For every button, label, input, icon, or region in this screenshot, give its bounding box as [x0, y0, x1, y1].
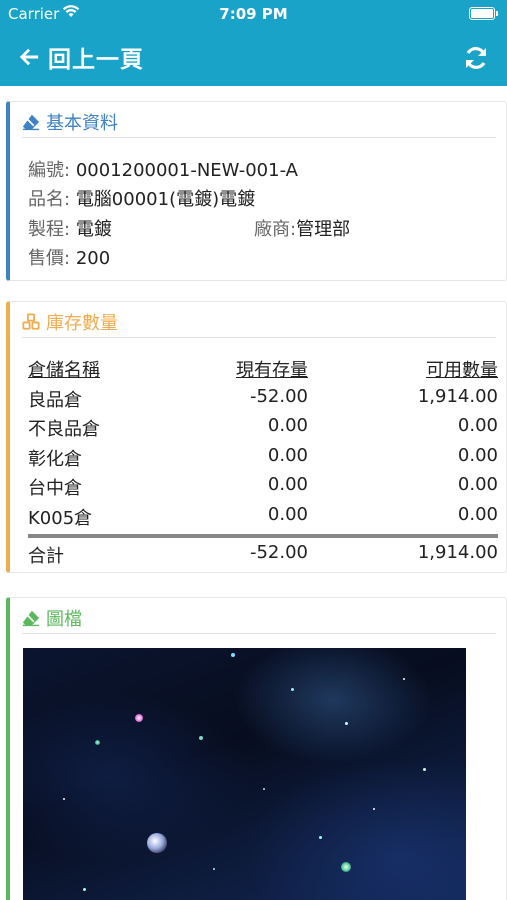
warehouse-name: 不良品倉: [28, 419, 100, 440]
price-label: 售價:: [28, 248, 71, 269]
image-card: 圖檔: [6, 597, 507, 900]
nav-bar: 回上一頁: [0, 28, 507, 86]
vendor-value: 管理部: [296, 219, 351, 240]
product-image[interactable]: [23, 648, 466, 900]
col-header-warehouse[interactable]: 倉儲名稱: [28, 356, 100, 382]
on-hand-value: 0.00: [267, 415, 308, 436]
code-value: 0001200001-NEW-001-A: [75, 160, 298, 181]
arrow-left-icon: [19, 48, 39, 66]
warehouse-name: 彰化倉: [28, 448, 82, 470]
stock-title: 庫存數量: [46, 312, 118, 334]
on-hand-value: -52.00: [249, 385, 308, 407]
table-row: K005倉 0.00 0.00: [28, 502, 498, 532]
process-label: 製程:: [28, 219, 71, 240]
refresh-button[interactable]: [463, 45, 489, 71]
available-value: 0.00: [457, 474, 498, 495]
available-value: 0.00: [457, 444, 498, 466]
available-value: 0.00: [457, 415, 498, 436]
cubes-icon: [22, 312, 40, 330]
warehouse-name: K005倉: [28, 507, 93, 529]
on-hand-value: 0.00: [267, 503, 308, 525]
warehouse-name: 良品倉: [28, 389, 82, 411]
col-header-available[interactable]: 可用數量: [426, 356, 498, 382]
eraser-icon: [22, 610, 40, 626]
stock-header: 庫存數量: [22, 310, 496, 338]
name-value: 電腦00001(電鍍)電鍍: [75, 189, 256, 210]
basic-info-header: 基本資料: [22, 110, 496, 138]
table-row: 彰化倉 0.00 0.00: [28, 443, 498, 473]
available-value: 1,914.00: [417, 385, 498, 407]
process-value: 電鍍: [75, 219, 112, 240]
warehouse-name: 台中倉: [28, 478, 82, 499]
vendor-label: 廠商:: [254, 219, 297, 240]
back-label: 回上一頁: [48, 47, 144, 73]
image-title: 圖檔: [46, 608, 82, 630]
total-label: 合計: [28, 546, 64, 567]
total-divider: [28, 534, 498, 538]
total-on-hand: -52.00: [249, 542, 308, 563]
code-label: 編號:: [28, 160, 71, 181]
status-bar: Carrier 7:09 PM: [0, 0, 507, 28]
back-button[interactable]: 回上一頁: [18, 41, 144, 73]
image-header: 圖檔: [22, 606, 496, 634]
stock-card: 庫存數量 倉儲名稱 現有存量 可用數量 良品倉 -52.00 1,914.00 …: [6, 301, 507, 573]
battery-icon: [469, 7, 498, 20]
price-value: 200: [75, 248, 111, 269]
refresh-icon: [466, 47, 486, 69]
code-row: 編號: 0001200001-NEW-001-A: [28, 156, 298, 182]
total-row: 合計 -52.00 1,914.00: [28, 540, 498, 570]
table-row: 良品倉 -52.00 1,914.00: [28, 384, 498, 414]
vendor-row: 廠商:管理部: [254, 215, 350, 241]
eraser-icon: [22, 114, 40, 130]
on-hand-value: 0.00: [267, 474, 308, 495]
basic-info-title: 基本資料: [46, 112, 118, 134]
process-row: 製程: 電鍍: [28, 215, 112, 241]
col-header-on-hand[interactable]: 現有存量: [236, 356, 308, 382]
stock-table: 倉儲名稱 現有存量 可用數量 良品倉 -52.00 1,914.00 不良品倉 …: [28, 354, 498, 570]
name-row: 品名: 電腦00001(電鍍)電鍍: [28, 185, 255, 211]
total-available: 1,914.00: [417, 542, 498, 563]
name-label: 品名:: [28, 189, 71, 210]
table-row: 台中倉 0.00 0.00: [28, 472, 498, 502]
basic-info-card: 基本資料 編號: 0001200001-NEW-001-A 品名: 電腦0000…: [6, 101, 507, 281]
table-row: 不良品倉 0.00 0.00: [28, 413, 498, 443]
available-value: 0.00: [457, 503, 498, 525]
price-row: 售價: 200: [28, 244, 110, 270]
stock-table-header: 倉儲名稱 現有存量 可用數量: [28, 354, 498, 384]
on-hand-value: 0.00: [267, 444, 308, 466]
clock: 7:09 PM: [219, 5, 288, 23]
